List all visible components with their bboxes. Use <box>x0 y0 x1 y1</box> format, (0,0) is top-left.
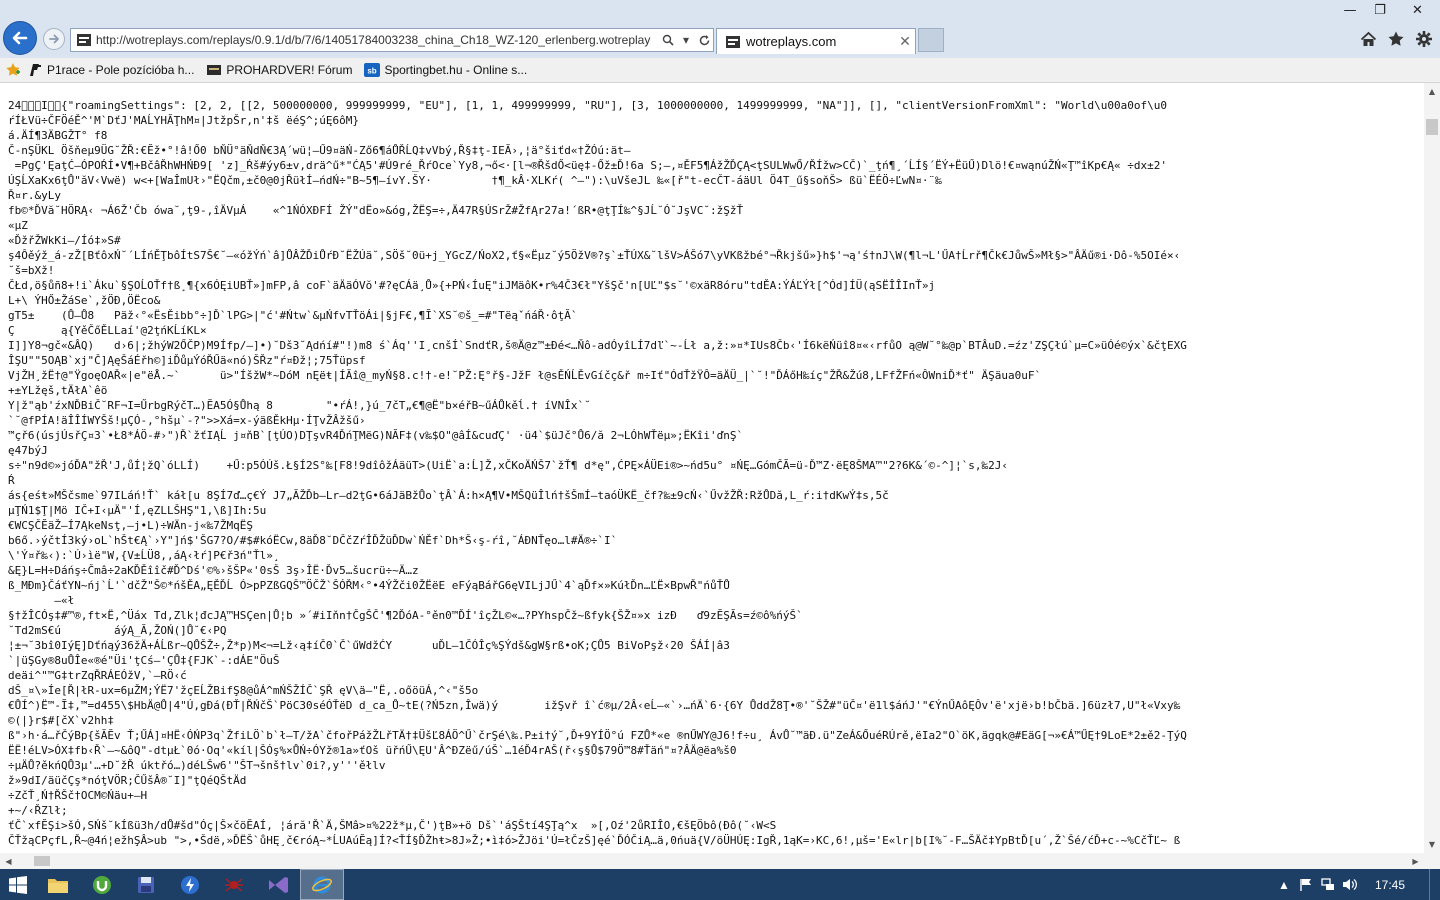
browser-chrome: — ❐ ✕ http://wotreplays.com/replays/0.9.… <box>0 0 1440 58</box>
svg-text:sb: sb <box>368 67 377 76</box>
dropdown-chevron-icon[interactable]: ▾ <box>677 29 695 51</box>
start-button[interactable] <box>0 869 36 900</box>
clock-time[interactable]: 17:45 <box>1375 878 1405 892</box>
vertical-scrollbar[interactable]: ▲ ▼ <box>1424 83 1440 853</box>
taskbar-spider[interactable] <box>212 869 256 900</box>
sportingbet-icon: sb <box>364 62 381 78</box>
explorer-icon <box>48 878 68 893</box>
tab-wotreplays[interactable]: wotreplays.com ✕ <box>716 28 916 54</box>
restore-button[interactable]: ❐ <box>1365 0 1395 20</box>
favorite-label: PROHARDVER! Fórum <box>226 63 353 77</box>
search-icon[interactable] <box>659 29 677 51</box>
volume-icon[interactable] <box>1339 869 1361 900</box>
taskbar: ▲ 17:45 <box>0 869 1440 900</box>
scroll-up-arrow-icon[interactable]: ▲ <box>1424 83 1440 100</box>
visual-studio-icon <box>269 876 288 893</box>
taskbar-explorer[interactable] <box>36 869 80 900</box>
horizontal-scrollbar[interactable]: ◀ ▶ <box>0 853 1424 869</box>
scrollbar-corner <box>1424 853 1440 869</box>
tray-expand-icon[interactable]: ▲ <box>1273 869 1295 900</box>
browser-tools <box>1358 29 1434 49</box>
new-tab-button[interactable] <box>918 28 944 52</box>
taskbar-save[interactable] <box>124 869 168 900</box>
favorite-label: P1race - Pole pozícióba h... <box>47 63 195 77</box>
save-icon <box>138 876 154 893</box>
prohardver-icon <box>206 62 222 78</box>
internet-explorer-icon <box>312 876 332 893</box>
taskbar-utorrent[interactable] <box>80 869 124 900</box>
taskbar-winamp[interactable] <box>168 869 212 900</box>
close-window-button[interactable]: ✕ <box>1395 0 1440 20</box>
add-to-favorites-bar-icon[interactable] <box>5 62 21 78</box>
system-tray: ▲ 17:45 <box>1273 869 1440 900</box>
tab-close-icon[interactable]: ✕ <box>895 34 915 50</box>
favorite-prohardver[interactable]: PROHARDVER! Fórum <box>206 62 352 78</box>
winamp-icon <box>181 875 199 894</box>
raw-file-text: 24   I  {"roamingSettings": [2, 2, [[2, … <box>8 99 1187 847</box>
windows-logo-icon <box>9 875 27 894</box>
utorrent-icon <box>93 875 111 894</box>
address-url[interactable]: http://wotreplays.com/replays/0.9.1/d/b/… <box>96 33 659 47</box>
favorite-p1race[interactable]: P1race - Pole pozícióba h... <box>27 62 194 78</box>
show-desktop-button[interactable] <box>1429 869 1440 900</box>
address-bar[interactable]: http://wotreplays.com/replays/0.9.1/d/b/… <box>70 28 714 52</box>
forward-button[interactable] <box>43 28 65 50</box>
tab-title: wotreplays.com <box>746 34 837 49</box>
favorites-star-icon[interactable] <box>1386 29 1406 49</box>
back-arrow-icon <box>12 31 28 45</box>
flag-icon[interactable] <box>1295 869 1317 900</box>
taskbar-visual-studio[interactable] <box>256 869 300 900</box>
minimize-button[interactable]: — <box>1335 0 1365 20</box>
p1race-icon <box>27 62 43 78</box>
back-button[interactable] <box>3 21 37 55</box>
scroll-down-arrow-icon[interactable]: ▼ <box>1424 836 1440 853</box>
favorite-sportingbet[interactable]: sb Sportingbet.hu - Online s... <box>364 62 527 78</box>
home-icon[interactable] <box>1358 29 1378 49</box>
wotreplays-favicon-icon <box>77 34 91 46</box>
vertical-scroll-thumb[interactable] <box>1426 119 1438 135</box>
wotreplays-tab-favicon-icon <box>726 35 740 48</box>
window-controls: — ❐ ✕ <box>1335 0 1440 20</box>
forward-arrow-icon <box>49 34 59 44</box>
scroll-left-arrow-icon[interactable]: ◀ <box>0 853 17 869</box>
favorites-bar: P1race - Pole pozícióba h... PROHARDVER!… <box>0 58 1440 83</box>
spider-icon <box>225 877 243 892</box>
scroll-right-arrow-icon[interactable]: ▶ <box>1407 853 1424 869</box>
page-content: 24   I  {"roamingSettings": [2, 2, [[2, … <box>0 83 1424 853</box>
settings-gear-icon[interactable] <box>1414 29 1434 49</box>
taskbar-internet-explorer[interactable] <box>300 869 344 900</box>
network-icon[interactable] <box>1317 869 1339 900</box>
refresh-icon[interactable] <box>695 29 713 51</box>
favorite-label: Sportingbet.hu - Online s... <box>384 63 528 77</box>
horizontal-scroll-thumb[interactable] <box>34 856 50 866</box>
